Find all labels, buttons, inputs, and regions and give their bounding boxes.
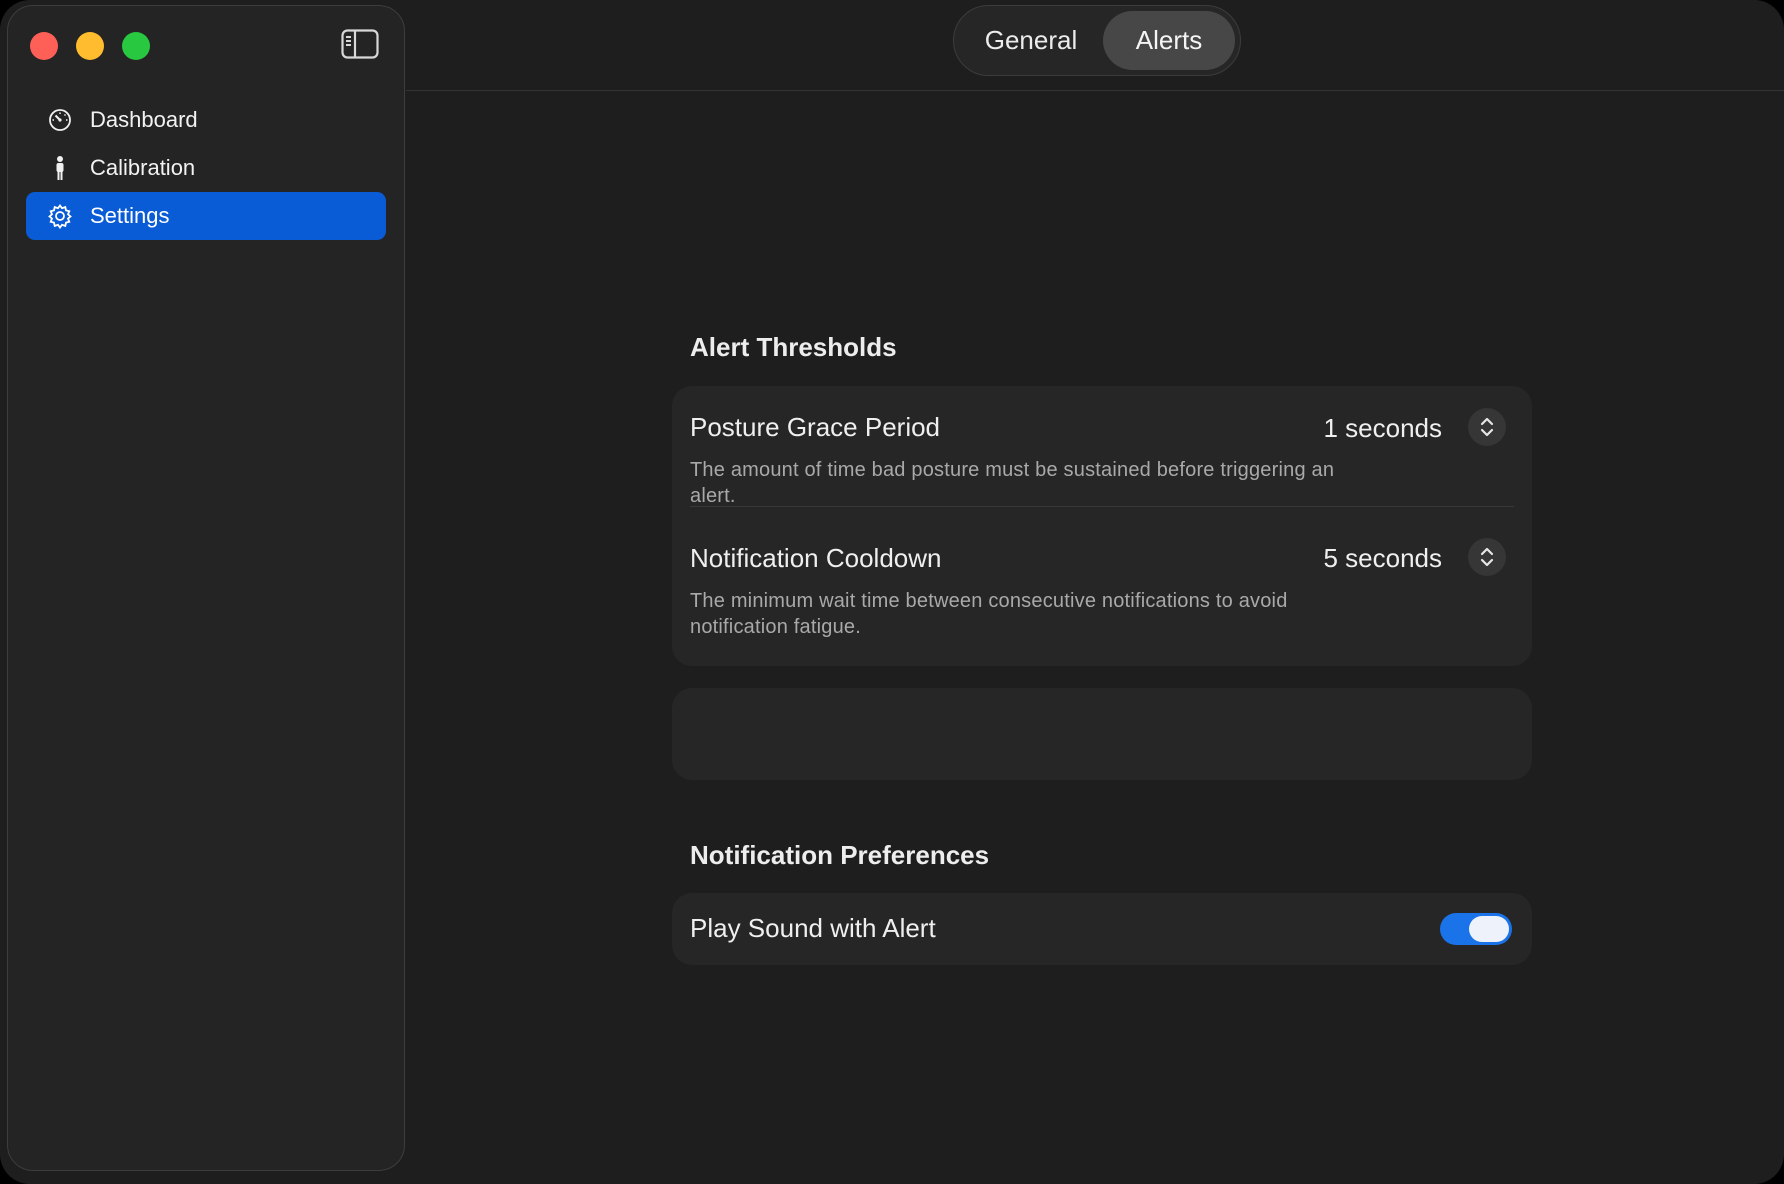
play-sound-label: Play Sound with Alert xyxy=(690,913,936,943)
minimize-window-button[interactable] xyxy=(76,32,104,60)
sidebar: Dashboard Calibration Settings xyxy=(7,5,405,1171)
gear-icon xyxy=(46,202,74,230)
toggle-knob xyxy=(1469,916,1509,942)
notification-cooldown-value: 5 seconds xyxy=(1323,543,1442,573)
sidebar-nav: Dashboard Calibration Settings xyxy=(26,96,386,240)
tab-alerts[interactable]: Alerts xyxy=(1103,11,1235,70)
toolbar: General Alerts xyxy=(406,0,1784,91)
notification-cooldown-description: The minimum wait time between consecutiv… xyxy=(690,590,1288,638)
sidebar-item-label: Calibration xyxy=(90,155,196,180)
section-title-notification-preferences: Notification Preferences xyxy=(690,840,990,870)
sidebar-item-dashboard[interactable]: Dashboard xyxy=(26,96,386,144)
posture-grace-period-value: 1 seconds xyxy=(1323,413,1442,443)
sidebar-left-icon[interactable] xyxy=(340,27,380,61)
posture-grace-period-label: Posture Grace Period xyxy=(690,412,941,442)
sidebar-item-settings[interactable]: Settings xyxy=(26,192,386,240)
notification-preferences-card: Play Sound with Alert xyxy=(672,893,1532,965)
app-window: Dashboard Calibration Settings General A… xyxy=(0,0,1784,1184)
settings-content: Alert Thresholds Posture Grace Period 1 … xyxy=(406,92,1784,1184)
section-title-alert-thresholds: Alert Thresholds xyxy=(690,332,897,362)
posture-grace-period-stepper[interactable] xyxy=(1468,408,1506,446)
notification-cooldown-label: Notification Cooldown xyxy=(690,543,942,573)
play-sound-toggle[interactable] xyxy=(1440,913,1512,945)
tab-general[interactable]: General xyxy=(959,11,1103,70)
zoom-window-button[interactable] xyxy=(122,32,150,60)
row-divider xyxy=(690,506,1514,507)
chevron-up-down-icon xyxy=(1480,547,1494,567)
close-window-button[interactable] xyxy=(30,32,58,60)
sidebar-item-calibration[interactable]: Calibration xyxy=(26,144,386,192)
posture-grace-period-description: The amount of time bad posture must be s… xyxy=(690,459,1335,507)
notification-cooldown-stepper[interactable] xyxy=(1468,538,1506,576)
tab-segmented-control: General Alerts xyxy=(953,5,1241,76)
empty-card xyxy=(672,688,1532,780)
sidebar-item-label: Settings xyxy=(90,203,170,228)
alert-thresholds-card: Posture Grace Period 1 seconds The amoun… xyxy=(672,386,1532,666)
chevron-up-down-icon xyxy=(1480,417,1494,437)
gauge-icon xyxy=(46,106,74,134)
sidebar-item-label: Dashboard xyxy=(90,107,198,132)
person-icon xyxy=(46,154,74,182)
